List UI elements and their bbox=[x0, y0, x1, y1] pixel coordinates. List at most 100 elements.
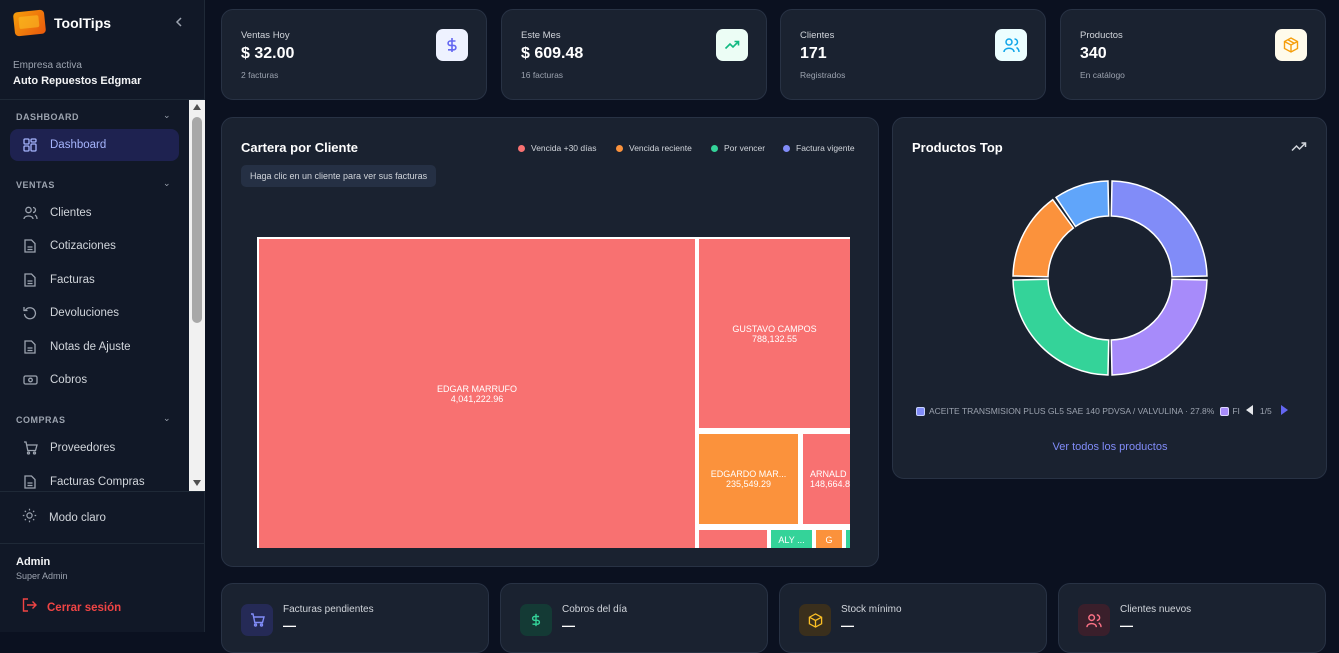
stat-card-ventas-hoy: Ventas Hoy $ 32.00 2 facturas bbox=[221, 9, 487, 100]
sidebar-item-clientes[interactable]: Clientes bbox=[10, 197, 179, 229]
logout-label: Cerrar sesión bbox=[47, 601, 122, 614]
stat-sub: Registrados bbox=[800, 70, 846, 80]
chevron-left-icon[interactable] bbox=[172, 13, 186, 31]
bottom-card-stock-minimo: Stock mínimo — bbox=[779, 583, 1047, 653]
scroll-down-arrow[interactable] bbox=[193, 480, 201, 486]
treemap-node[interactable] bbox=[699, 530, 767, 548]
stat-caption: Ventas Hoy bbox=[241, 30, 290, 41]
panel-title: Cartera por Cliente bbox=[241, 140, 359, 155]
treemap-node-name: EDGAR MARRUFO bbox=[436, 383, 517, 394]
stat-sub: 2 facturas bbox=[241, 70, 279, 80]
card-caption: Clientes nuevos bbox=[1120, 604, 1192, 615]
sidebar-item-facturas[interactable]: Facturas bbox=[10, 264, 179, 296]
sidebar-scrollbar[interactable] bbox=[189, 100, 205, 491]
chevron-down-icon[interactable]: ⌄ bbox=[163, 178, 171, 189]
legend-label: Vencida reciente bbox=[629, 143, 692, 153]
treemap-node[interactable] bbox=[846, 530, 850, 548]
theme-toggle[interactable]: Modo claro bbox=[10, 502, 179, 534]
document-icon bbox=[22, 339, 38, 355]
treemap-node-value: 4,041,222.96 bbox=[450, 393, 504, 404]
section-dashboard: DASHBOARD bbox=[16, 112, 79, 122]
sidebar-item-label: Clientes bbox=[50, 207, 92, 219]
legend-swatch bbox=[518, 144, 525, 152]
bottom-card-clientes-nuevos: Clientes nuevos — bbox=[1058, 583, 1326, 653]
section-ventas: VENTAS bbox=[16, 180, 55, 190]
stat-card-clientes: Clientes 171 Registrados bbox=[780, 9, 1046, 100]
treemap-node-g[interactable]: G bbox=[816, 530, 842, 548]
donut-slice[interactable] bbox=[1110, 180, 1208, 278]
panel-title: Productos Top bbox=[912, 140, 1003, 155]
prev-page-icon[interactable] bbox=[1245, 405, 1254, 417]
dollar-icon bbox=[436, 29, 468, 61]
legend-vencida-reciente: Vencida reciente bbox=[616, 143, 692, 153]
legend-swatch bbox=[783, 144, 790, 152]
legend-page: 1/5 bbox=[1259, 406, 1272, 416]
next-page-icon[interactable] bbox=[1280, 405, 1288, 417]
chevron-down-icon[interactable]: ⌄ bbox=[163, 110, 171, 121]
legend-por-vencer: Por vencer bbox=[711, 143, 765, 153]
document-icon bbox=[22, 272, 38, 288]
cart-icon bbox=[241, 604, 273, 636]
scrollbar-thumb[interactable] bbox=[192, 117, 202, 323]
logout-icon bbox=[22, 598, 37, 617]
stat-value: $ 609.48 bbox=[521, 45, 584, 62]
company-name: Auto Repuestos Edgmar bbox=[13, 75, 142, 87]
treemap-node-aly[interactable]: ALY ... bbox=[771, 530, 812, 548]
chevron-down-icon[interactable]: ⌄ bbox=[163, 413, 171, 424]
treemap-node-name: EDGARDO MAR... bbox=[710, 469, 787, 479]
sidebar-item-facturas-compras[interactable]: Facturas Compras bbox=[10, 466, 179, 491]
user-name: Admin bbox=[16, 556, 51, 568]
legend-swatch bbox=[616, 144, 623, 152]
stat-sub: 16 facturas bbox=[521, 70, 564, 80]
legend-label: Por vencer bbox=[724, 143, 766, 153]
trending-up-icon bbox=[716, 29, 748, 61]
stat-value: 340 bbox=[1080, 45, 1107, 62]
legend-label: Vencida +30 días bbox=[531, 143, 597, 153]
stat-card-este-mes: Este Mes $ 609.48 16 facturas bbox=[501, 9, 767, 100]
sidebar-item-notas-de-ajuste[interactable]: Notas de Ajuste bbox=[10, 331, 179, 363]
sidebar-item-proveedores[interactable]: Proveedores bbox=[10, 432, 179, 464]
divider bbox=[0, 491, 205, 492]
sidebar-item-devoluciones[interactable]: Devoluciones bbox=[10, 297, 179, 329]
sidebar-nav: DASHBOARD ⌄ Dashboard VENTAS ⌄ Clientes … bbox=[0, 100, 189, 491]
logout-button[interactable]: Cerrar sesión bbox=[22, 598, 121, 617]
user-role: Super Admin bbox=[16, 571, 68, 581]
stat-caption: Este Mes bbox=[521, 30, 561, 41]
scroll-up-arrow[interactable] bbox=[193, 104, 201, 110]
sidebar-item-cotizaciones[interactable]: Cotizaciones bbox=[10, 230, 179, 262]
trending-up-icon bbox=[1291, 140, 1307, 159]
document-icon bbox=[22, 474, 38, 490]
donut-slice[interactable] bbox=[1012, 278, 1110, 376]
stat-value: $ 32.00 bbox=[241, 45, 295, 62]
users-icon bbox=[995, 29, 1027, 61]
treemap-node-value: 788,132.55 bbox=[751, 333, 798, 344]
legend-swatch bbox=[711, 144, 718, 152]
document-icon bbox=[22, 238, 38, 254]
sidebar-item-label: Facturas Compras bbox=[50, 476, 145, 488]
card-caption: Stock mínimo bbox=[841, 604, 902, 615]
donut-slices bbox=[1012, 180, 1208, 376]
sidebar-item-dashboard[interactable]: Dashboard bbox=[10, 129, 179, 161]
stat-card-productos: Productos 340 En catálogo bbox=[1060, 9, 1326, 100]
brand[interactable]: ToolTips bbox=[12, 9, 111, 37]
treemap-node-edgardo-mar[interactable]: EDGARDO MAR... 235,549.29 bbox=[699, 434, 798, 524]
ver-todos-link[interactable]: Ver todos los productos bbox=[893, 441, 1327, 453]
stat-value: 171 bbox=[800, 45, 827, 62]
stat-sub: En catálogo bbox=[1080, 70, 1125, 80]
theme-toggle-label: Modo claro bbox=[49, 512, 106, 524]
sidebar-item-label: Notas de Ajuste bbox=[50, 341, 131, 353]
treemap-node-arnald[interactable]: ARNALD 148,664.8 bbox=[803, 434, 850, 524]
sidebar-item-cobros[interactable]: Cobros bbox=[10, 364, 179, 396]
donut-slice[interactable] bbox=[1110, 278, 1208, 376]
divider bbox=[0, 543, 205, 544]
cartera-panel: Cartera por Cliente Vencida +30 días Ven… bbox=[221, 117, 879, 567]
treemap-node-gustavo-campos[interactable]: GUSTAVO CAMPOS 788,132.55 bbox=[699, 239, 850, 428]
sidebar-item-label: Facturas bbox=[50, 274, 95, 286]
company-caption: Empresa activa bbox=[13, 60, 82, 71]
productos-top-panel: Productos Top ACEITE TRANSMISION PLUS GL… bbox=[892, 117, 1327, 479]
sidebar-item-label: Cobros bbox=[50, 374, 88, 386]
treemap-node-edgar-marrufo[interactable]: EDGAR MARRUFO 4,041,222.96 bbox=[259, 239, 695, 548]
donut-slice[interactable] bbox=[1012, 198, 1075, 278]
stat-caption: Productos bbox=[1080, 30, 1123, 41]
legend-factura-vigente: Factura vigente bbox=[783, 143, 855, 153]
